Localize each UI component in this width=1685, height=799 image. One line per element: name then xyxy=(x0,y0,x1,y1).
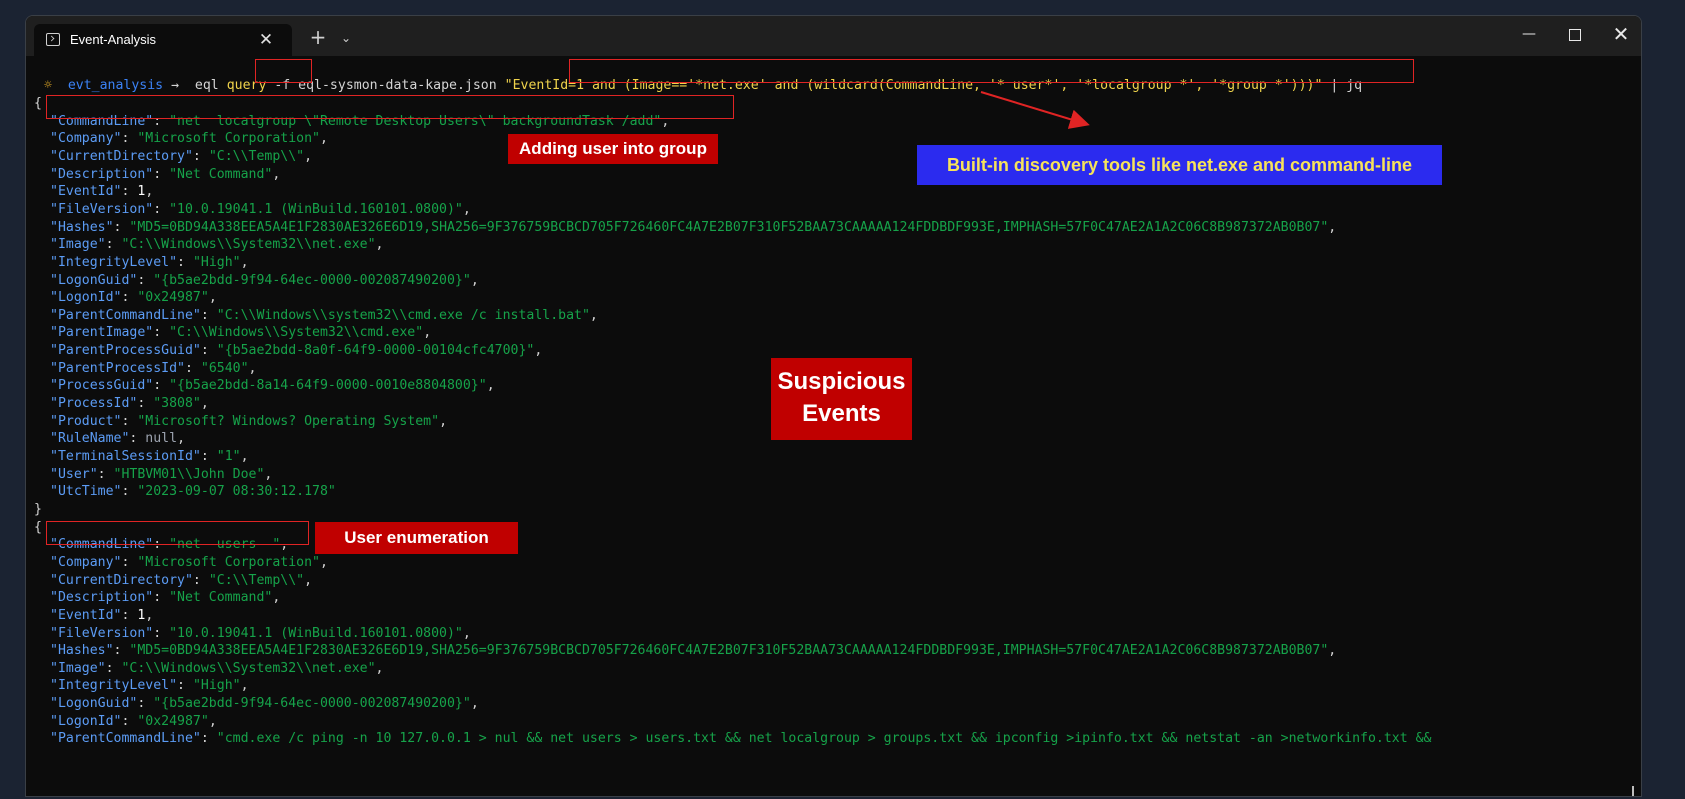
annotation-arrow xyxy=(980,91,1090,129)
terminal-window: Event-Analysis ✕ + ⌄ — ✕ ☼ evt_analysis … xyxy=(25,15,1642,797)
